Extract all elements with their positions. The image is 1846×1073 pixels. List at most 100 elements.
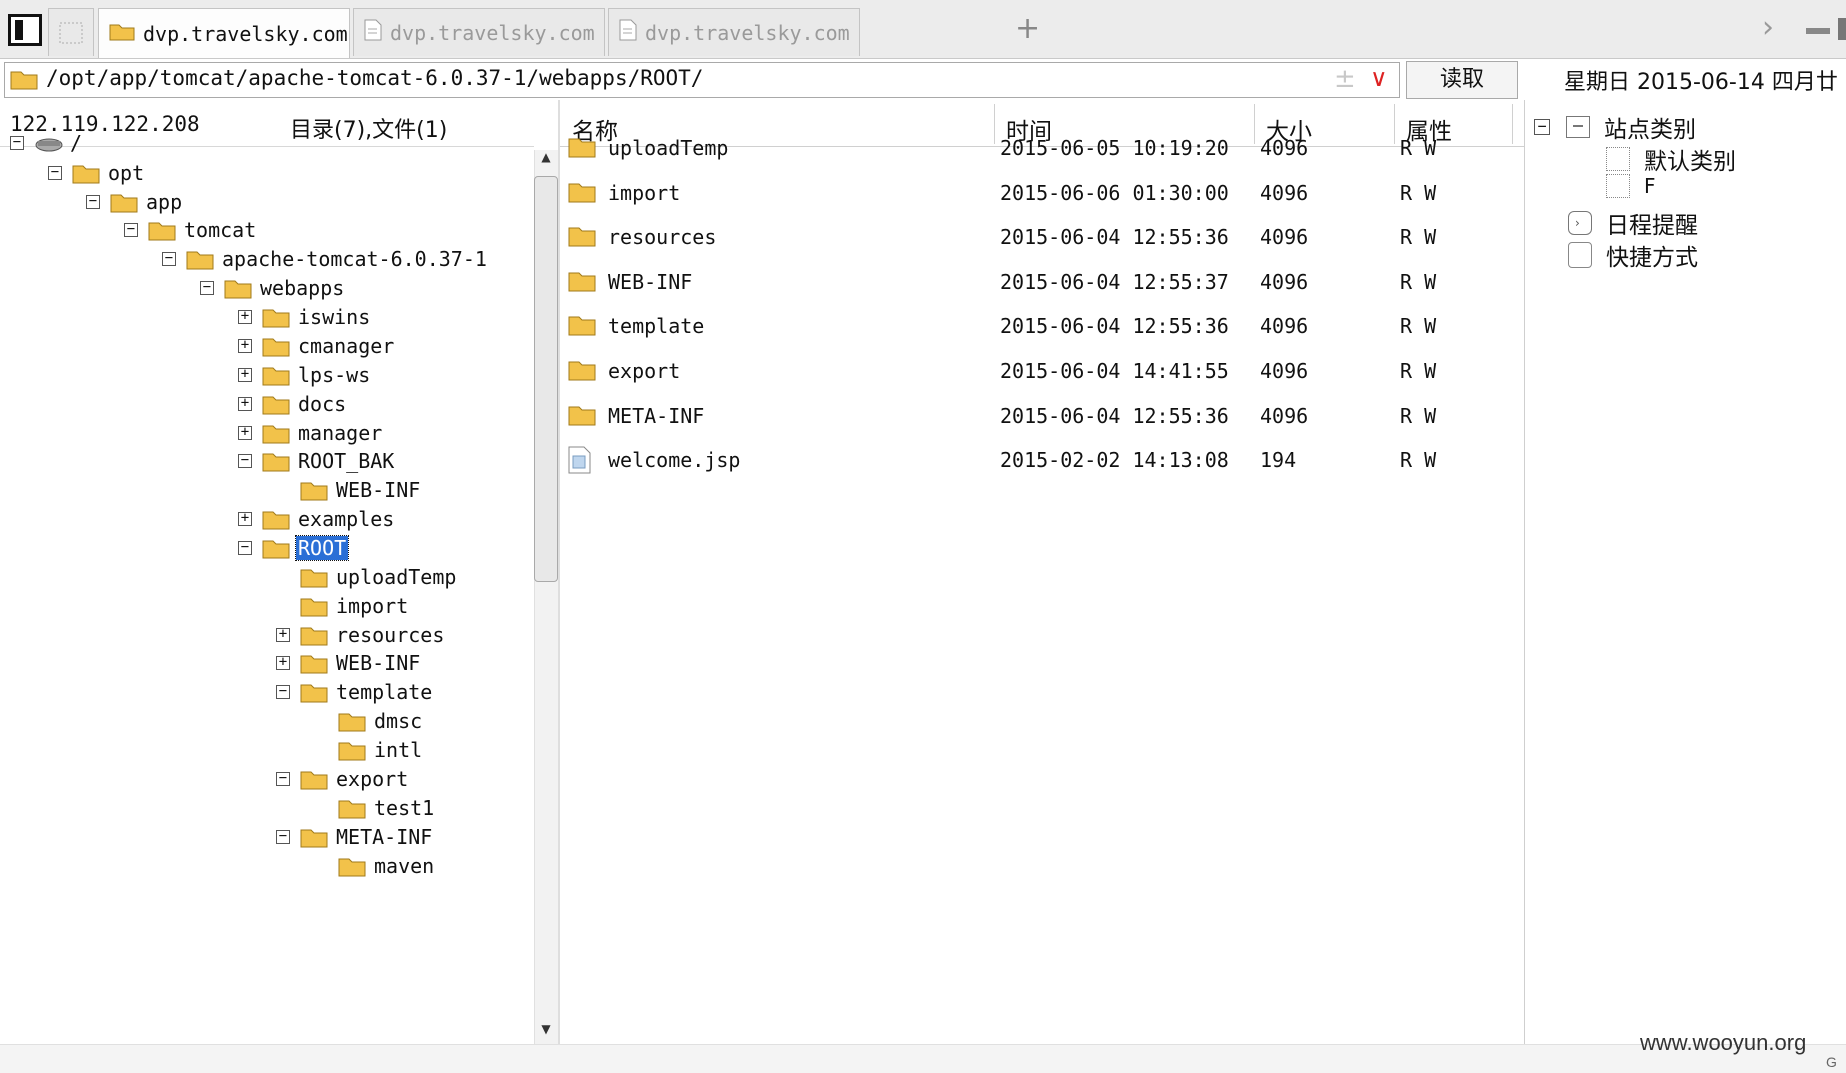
tree-node-label[interactable]: iswins — [296, 305, 372, 329]
collapse-icon[interactable]: − — [1534, 119, 1550, 135]
tree-node-label[interactable]: manager — [296, 421, 384, 445]
file-name[interactable]: uploadTemp — [608, 136, 728, 160]
file-row[interactable]: WEB-INF 2015-06-04 12:55:37 4096 R W — [566, 262, 1516, 302]
address-path[interactable]: /opt/app/tomcat/apache-tomcat-6.0.37-1/w… — [46, 66, 703, 90]
tree-node[interactable]: − export — [0, 764, 534, 794]
file-row[interactable]: resources 2015-06-04 12:55:36 4096 R W — [566, 217, 1516, 257]
collapse-icon[interactable]: − — [276, 684, 290, 699]
tree-node-label[interactable]: WEB-INF — [334, 651, 422, 675]
file-row[interactable]: template 2015-06-04 12:55:36 4096 R W — [566, 306, 1516, 346]
expand-icon[interactable]: + — [238, 425, 252, 440]
tree-node-label[interactable]: test1 — [372, 796, 436, 820]
tree-node[interactable]: + cmanager — [0, 331, 534, 361]
tree-node[interactable]: + manager — [0, 418, 534, 448]
file-name[interactable]: resources — [608, 225, 716, 249]
tree-node[interactable]: uploadTemp — [0, 562, 534, 592]
tree-node-label[interactable]: opt — [106, 161, 146, 185]
tree-node[interactable]: − opt — [0, 158, 534, 188]
tree-node[interactable]: WEB-INF — [0, 475, 534, 505]
file-row[interactable]: export 2015-06-04 14:41:55 4096 R W — [566, 351, 1516, 391]
tree-node-label[interactable]: ROOT_BAK — [296, 449, 396, 473]
tree-node-label[interactable]: docs — [296, 392, 348, 416]
expand-icon[interactable]: + — [276, 655, 290, 670]
pane-splitter[interactable] — [558, 100, 560, 1044]
minimize-icon[interactable] — [1806, 28, 1830, 34]
chevron-down-icon[interactable]: ∨ — [1370, 64, 1388, 92]
tree-node-label[interactable]: cmanager — [296, 334, 396, 358]
site-category-node[interactable]: − 站点类别 — [1534, 110, 1696, 144]
expand-icon[interactable]: + — [238, 367, 252, 382]
tree-node-label[interactable]: export — [334, 767, 410, 791]
file-name[interactable]: WEB-INF — [608, 270, 692, 294]
tree-node[interactable]: − template — [0, 677, 534, 707]
tree-node-label[interactable]: import — [334, 594, 410, 618]
tree-node[interactable]: import — [0, 591, 534, 621]
tree-node-label[interactable]: tomcat — [182, 218, 258, 242]
tree-node[interactable]: + examples — [0, 504, 534, 534]
file-row[interactable]: import 2015-06-06 01:30:00 4096 R W — [566, 173, 1516, 213]
expand-icon[interactable]: + — [238, 309, 252, 324]
category-f[interactable]: F — [1606, 174, 1656, 198]
collapse-icon[interactable]: − — [200, 280, 214, 295]
tree-node[interactable]: − app — [0, 187, 534, 217]
scroll-down-icon[interactable]: ▼ — [534, 1022, 558, 1042]
collapse-icon[interactable]: − — [48, 165, 62, 180]
file-row[interactable]: META-INF 2015-06-04 12:55:36 4096 R W — [566, 396, 1516, 436]
add-bookmark-icon[interactable]: ± — [1334, 64, 1356, 94]
tree-node[interactable]: − / — [0, 128, 534, 158]
tree-node-label[interactable]: resources — [334, 623, 446, 647]
file-name[interactable]: import — [608, 181, 680, 205]
tree-node-label[interactable]: WEB-INF — [334, 478, 422, 502]
tree-node-label[interactable]: META-INF — [334, 825, 434, 849]
tree-node-label[interactable]: webapps — [258, 276, 346, 300]
file-name[interactable]: META-INF — [608, 404, 704, 428]
scroll-thumb[interactable] — [534, 176, 558, 582]
expand-icon[interactable]: + — [238, 338, 252, 353]
collapse-icon[interactable]: − — [238, 453, 252, 468]
category-default[interactable]: 默认类别 — [1606, 142, 1736, 176]
scroll-up-icon[interactable]: ▲ — [534, 150, 558, 170]
tree-node-label[interactable]: examples — [296, 507, 396, 531]
collapse-icon[interactable]: − — [276, 771, 290, 786]
collapse-icon[interactable]: − — [124, 222, 138, 237]
tab-0[interactable]: dvp.travelsky.com — [98, 8, 350, 58]
expand-icon[interactable]: + — [276, 627, 290, 642]
new-tab-plus-icon[interactable]: + — [1015, 14, 1040, 44]
tree-node-label[interactable]: lps-ws — [296, 363, 372, 387]
tree-node[interactable]: − tomcat — [0, 215, 534, 245]
tab-2[interactable]: dvp.travelsky.com — [608, 8, 860, 56]
tree-node[interactable]: − ROOT_BAK — [0, 446, 534, 476]
tree-node[interactable]: + resources — [0, 620, 534, 650]
tree-node[interactable]: + WEB-INF — [0, 648, 534, 678]
expand-icon[interactable]: + — [238, 396, 252, 411]
file-name[interactable]: template — [608, 314, 704, 338]
tree-node[interactable]: + lps-ws — [0, 360, 534, 390]
collapse-icon[interactable]: − — [162, 251, 176, 266]
collapse-icon[interactable]: − — [86, 194, 100, 209]
tree-node[interactable]: − webapps — [0, 273, 534, 303]
tree-node[interactable]: − META-INF — [0, 822, 534, 852]
tree-node[interactable]: − ROOT — [0, 533, 534, 563]
collapse-icon[interactable]: − — [10, 135, 24, 150]
tree-node[interactable]: + iswins — [0, 302, 534, 332]
tree-node-label[interactable]: template — [334, 680, 434, 704]
tab-overview[interactable] — [48, 8, 94, 56]
sidebar-toggle-icon[interactable] — [8, 14, 42, 46]
file-name[interactable]: welcome.jsp — [608, 448, 740, 472]
tree-node-label[interactable]: uploadTemp — [334, 565, 458, 589]
file-name[interactable]: export — [608, 359, 680, 383]
tree-node[interactable]: dmsc — [0, 706, 534, 736]
tab-1[interactable]: dvp.travelsky.com — [353, 8, 605, 56]
tree-node[interactable]: − apache-tomcat-6.0.37-1 — [0, 244, 534, 274]
chevron-right-icon[interactable]: › — [1762, 10, 1774, 45]
shortcut-node[interactable]: 快捷方式 — [1568, 238, 1698, 272]
schedule-node[interactable]: › 日程提醒 — [1568, 206, 1698, 240]
collapse-icon[interactable]: − — [276, 829, 290, 844]
file-row[interactable]: welcome.jsp 2015-02-02 14:13:08 194 R W — [566, 440, 1516, 480]
tree-node-label[interactable]: / — [68, 131, 84, 155]
tree-node-label[interactable]: apache-tomcat-6.0.37-1 — [220, 247, 489, 271]
tree-node[interactable]: maven — [0, 851, 534, 881]
read-button[interactable]: 读取 — [1406, 61, 1518, 99]
expand-icon[interactable]: + — [238, 511, 252, 526]
tree-node-label[interactable]: app — [144, 190, 184, 214]
